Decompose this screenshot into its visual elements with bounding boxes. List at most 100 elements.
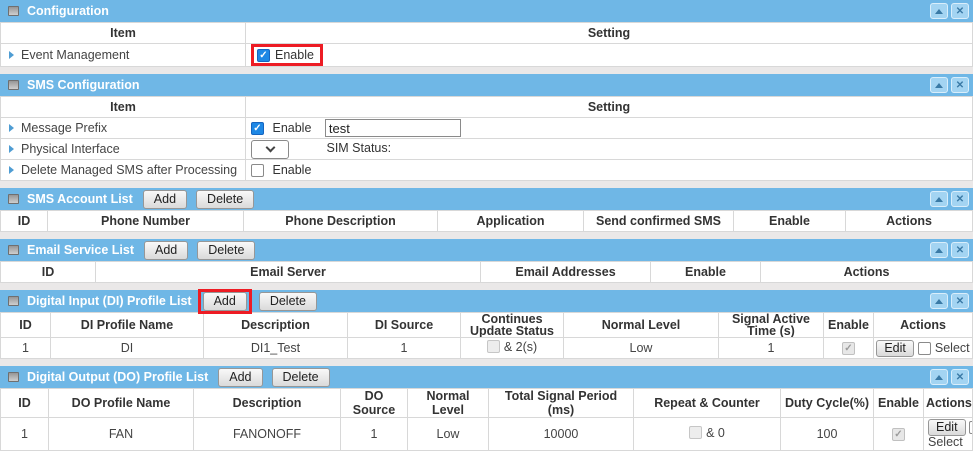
header-controls: ✕ [930,293,969,309]
header-controls: ✕ [930,3,969,19]
section-window-icon [8,6,19,16]
close-button[interactable]: ✕ [951,242,969,258]
column-header: Enable [824,313,874,338]
item-label: Message Prefix [21,121,107,135]
collapse-button[interactable] [930,3,948,19]
sms-configuration-header-bar: SMS Configuration ✕ [0,74,973,96]
highlight-box: Add [198,289,252,314]
header-controls: ✕ [930,191,969,207]
item-label: Delete Managed SMS after Processing [21,163,237,177]
section-title: SMS Configuration [27,78,140,92]
message-prefix-input[interactable] [325,119,461,137]
column-header: Actions [846,211,973,232]
enable-label: Enable [272,121,311,135]
di-signal-time-cell: 1 [719,338,824,359]
column-header-item: Item [1,97,246,118]
column-header: ID [1,389,49,418]
section-do-profile-list: Digital Output (DO) Profile List Add Del… [0,366,973,451]
add-button[interactable]: Add [144,241,188,260]
section-configuration: Configuration ✕ Item Setting Event Manag… [0,0,973,67]
physical-interface-select[interactable] [251,140,289,159]
arrow-up-icon [935,299,943,304]
sms-configuration-table: Item Setting Message Prefix Enable Physi… [0,96,973,181]
collapse-button[interactable] [930,242,948,258]
column-header: Actions [874,313,973,338]
delete-sms-enable-checkbox[interactable] [251,164,264,177]
di-enable-cell [824,338,874,359]
do-duty-cycle-cell: 100 [781,418,874,451]
column-header: Total Signal Period (ms) [489,389,634,418]
delete-button[interactable]: Delete [197,241,255,260]
collapse-button[interactable] [930,293,948,309]
message-prefix-enable-checkbox[interactable] [251,122,264,135]
enable-label: Enable [272,163,311,177]
di-source-cell: 1 [348,338,461,359]
event-management-enable-checkbox[interactable] [257,49,270,62]
column-header: Actions [924,389,973,418]
select-checkbox[interactable] [969,421,973,434]
arrow-up-icon [935,248,943,253]
column-header: Enable [874,389,924,418]
close-button[interactable]: ✕ [951,191,969,207]
di-normal-level-cell: Low [564,338,719,359]
do-description-cell: FANONOFF [194,418,341,451]
collapse-button[interactable] [930,77,948,93]
item-label: Physical Interface [21,142,120,156]
column-header: Enable [651,262,761,283]
item-cell: Physical Interface [1,139,246,160]
setting-cell: SIM Status: [246,139,973,160]
add-button[interactable]: Add [203,292,247,311]
select-checkbox[interactable] [918,342,931,355]
chevron-down-icon [265,143,275,153]
bullet-triangle-icon [9,166,14,174]
close-button[interactable]: ✕ [951,369,969,385]
di-continues-update-cell: & 2(s) [461,338,564,359]
arrow-up-icon [935,375,943,380]
section-window-icon [8,296,19,306]
add-button[interactable]: Add [143,190,187,209]
repeat-counter-value: & 0 [706,426,725,440]
delete-button[interactable]: Delete [259,292,317,311]
edit-button[interactable]: Edit [928,419,966,436]
configuration-table: Item Setting Event Management Enable [0,22,973,67]
table-row: 1 FAN FANONOFF 1 Low 10000 & 0 100 [1,418,973,451]
configuration-header-bar: Configuration ✕ [0,0,973,22]
column-header: DI Profile Name [51,313,204,338]
delete-button[interactable]: Delete [272,368,330,387]
di-actions-cell: Edit Select [874,338,973,359]
close-button[interactable]: ✕ [951,293,969,309]
column-header: Repeat & Counter [634,389,781,418]
table-row: Delete Managed SMS after Processing Enab… [1,160,973,181]
continues-update-value: & 2(s) [504,340,537,354]
collapse-button[interactable] [930,369,948,385]
column-header: ID [1,313,51,338]
do-name-cell: FAN [49,418,194,451]
edit-button[interactable]: Edit [876,340,914,357]
column-header: Continues Update Status [461,313,564,338]
column-header: ID [1,211,48,232]
bullet-triangle-icon [9,145,14,153]
do-id-cell: 1 [1,418,49,451]
column-header: Normal Level [408,389,489,418]
column-header: Phone Description [244,211,438,232]
sms-account-list-header-bar: SMS Account List Add Delete ✕ [0,188,973,210]
table-row: Physical Interface SIM Status: [1,139,973,160]
item-label: Event Management [21,48,129,62]
do-signal-period-cell: 10000 [489,418,634,451]
do-enable-cell [874,418,924,451]
delete-button[interactable]: Delete [196,190,254,209]
add-button[interactable]: Add [218,368,262,387]
di-enable-checkbox [842,342,855,355]
column-header: Description [194,389,341,418]
column-header: DO Profile Name [49,389,194,418]
close-button[interactable]: ✕ [951,3,969,19]
header-controls: ✕ [930,242,969,258]
column-header: Duty Cycle(%) [781,389,874,418]
column-header: Actions [761,262,973,283]
repeat-counter-checkbox [689,426,702,439]
column-header: ID [1,262,96,283]
do-actions-cell: Edit Select [924,418,973,451]
close-button[interactable]: ✕ [951,77,969,93]
column-header: Phone Number [48,211,244,232]
collapse-button[interactable] [930,191,948,207]
